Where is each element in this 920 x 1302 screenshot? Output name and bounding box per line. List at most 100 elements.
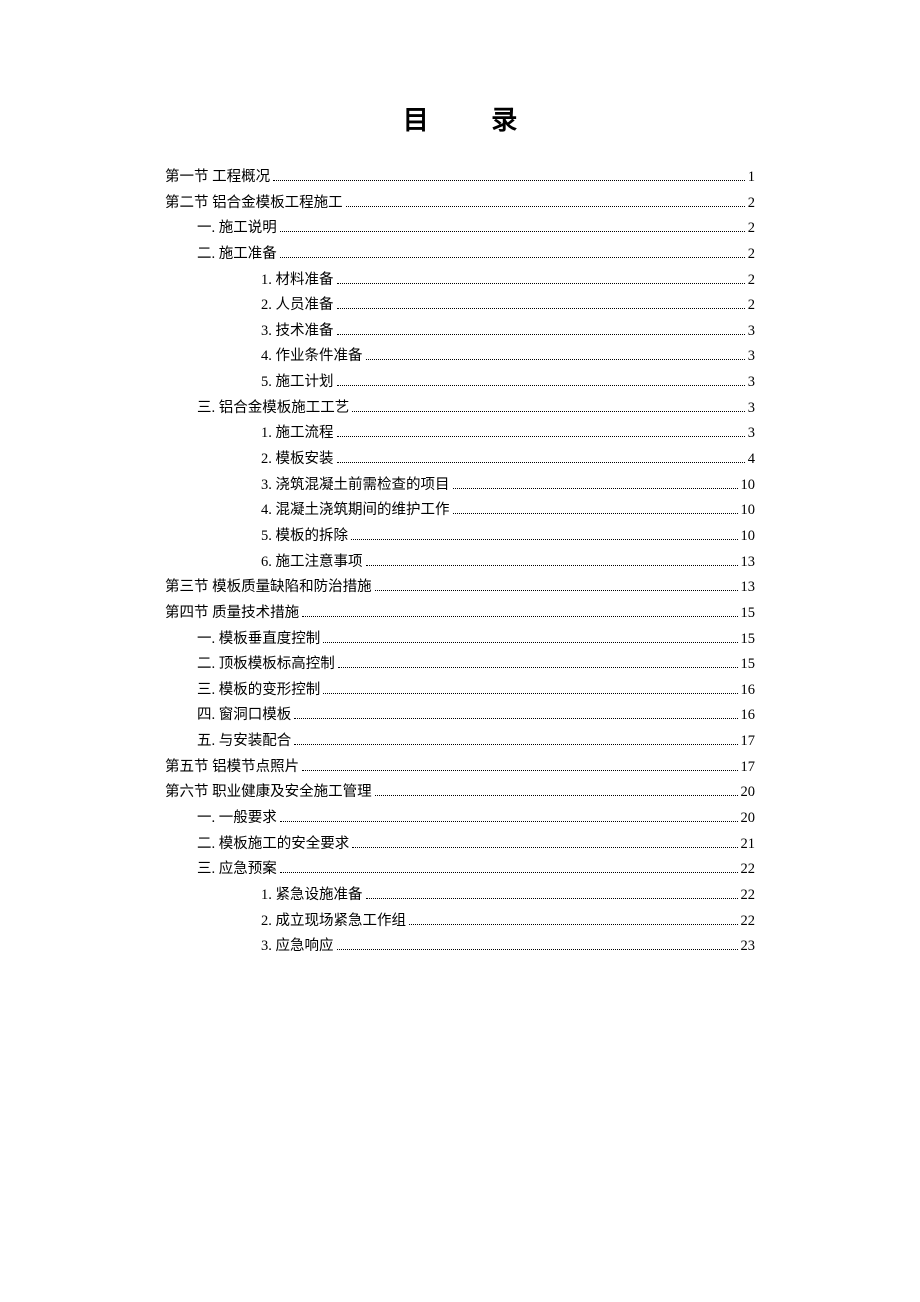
toc-leader-dots (337, 462, 745, 463)
toc-entry: 3. 应急响应23 (165, 934, 755, 959)
toc-entry-page: 2 (748, 268, 755, 293)
toc-entry-label: 一. 模板垂直度控制 (197, 627, 320, 652)
toc-entry: 二. 施工准备 2 (165, 242, 755, 267)
toc-entry: 1. 材料准备 2 (165, 268, 755, 293)
toc-entry: 一. 一般要求 20 (165, 806, 755, 831)
toc-entry: 第六节 职业健康及安全施工管理 20 (165, 780, 755, 805)
toc-entry: 第二节 铝合金模板工程施工2 (165, 191, 755, 216)
toc-entry-label: 2. 人员准备 (261, 293, 334, 318)
toc-entry: 第四节 质量技术措施 15 (165, 601, 755, 626)
toc-entry-page: 15 (741, 652, 756, 677)
toc-entry: 3. 浇筑混凝土前需检查的项目 10 (165, 473, 755, 498)
toc-entry-label: 第三节 模板质量缺陷和防治措施 (165, 575, 372, 600)
toc-entry-label: 6. 施工注意事项 (261, 550, 363, 575)
toc-leader-dots (409, 924, 738, 925)
toc-entry: 一. 施工说明2 (165, 216, 755, 241)
toc-leader-dots (352, 411, 745, 412)
toc-entry-label: 2. 成立现场紧急工作组 (261, 909, 406, 934)
toc-entry-page: 4 (748, 447, 755, 472)
toc-entry: 三. 模板的变形控制 16 (165, 678, 755, 703)
toc-leader-dots (346, 206, 745, 207)
toc-entry: 五. 与安装配合 17 (165, 729, 755, 754)
toc-entry-label: 五. 与安装配合 (197, 729, 291, 754)
toc-leader-dots (323, 642, 737, 643)
toc-entry-label: 3. 浇筑混凝土前需检查的项目 (261, 473, 450, 498)
toc-entry-label: 2. 模板安装 (261, 447, 334, 472)
toc-entry-page: 21 (741, 832, 756, 857)
toc-leader-dots (366, 898, 738, 899)
toc-entry: 四. 窗洞口模板 16 (165, 703, 755, 728)
toc-leader-dots (366, 359, 745, 360)
toc-entry: 1. 施工流程3 (165, 421, 755, 446)
toc-leader-dots (280, 821, 738, 822)
toc-entry-page: 15 (741, 627, 756, 652)
toc-entry-label: 3. 技术准备 (261, 319, 334, 344)
toc-entry-label: 三. 模板的变形控制 (197, 678, 320, 703)
table-of-contents: 第一节 工程概况1第二节 铝合金模板工程施工2一. 施工说明2二. 施工准备21… (165, 165, 755, 959)
toc-entry-label: 1. 施工流程 (261, 421, 334, 446)
toc-entry-label: 1. 材料准备 (261, 268, 334, 293)
toc-entry-label: 5. 模板的拆除 (261, 524, 348, 549)
toc-entry-page: 16 (741, 678, 756, 703)
toc-entry-page: 3 (748, 344, 755, 369)
toc-entry-page: 20 (741, 780, 756, 805)
toc-leader-dots (453, 513, 738, 514)
toc-leader-dots (337, 436, 745, 437)
toc-entry-label: 5. 施工计划 (261, 370, 334, 395)
toc-leader-dots (280, 872, 738, 873)
toc-entry-label: 3. 应急响应 (261, 934, 334, 959)
toc-leader-dots (453, 488, 738, 489)
toc-entry-label: 4. 作业条件准备 (261, 344, 363, 369)
toc-entry-label: 三. 应急预案 (197, 857, 277, 882)
toc-entry-page: 10 (741, 498, 756, 523)
toc-entry: 5. 施工计划 3 (165, 370, 755, 395)
toc-entry-label: 4. 混凝土浇筑期间的维护工作 (261, 498, 450, 523)
toc-entry: 6. 施工注意事项 13 (165, 550, 755, 575)
toc-entry-label: 三. 铝合金模板施工工艺 (197, 396, 349, 421)
toc-entry-label: 第五节 铝模节点照片 (165, 755, 299, 780)
toc-leader-dots (273, 180, 745, 181)
toc-entry: 3. 技术准备 3 (165, 319, 755, 344)
toc-leader-dots (352, 847, 737, 848)
toc-entry: 5. 模板的拆除10 (165, 524, 755, 549)
toc-entry-label: 第一节 工程概况 (165, 165, 270, 190)
toc-leader-dots (337, 308, 745, 309)
toc-entry-page: 3 (748, 319, 755, 344)
toc-entry-label: 四. 窗洞口模板 (197, 703, 291, 728)
toc-entry-label: 二. 顶板模板标高控制 (197, 652, 335, 677)
toc-entry-page: 13 (741, 575, 756, 600)
toc-leader-dots (337, 283, 745, 284)
toc-entry-page: 17 (741, 729, 756, 754)
toc-entry: 一. 模板垂直度控制 15 (165, 627, 755, 652)
toc-entry-page: 16 (741, 703, 756, 728)
toc-entry-label: 1. 紧急设施准备 (261, 883, 363, 908)
toc-entry-label: 二. 施工准备 (197, 242, 277, 267)
toc-entry: 第五节 铝模节点照片17 (165, 755, 755, 780)
toc-entry: 第三节 模板质量缺陷和防治措施 13 (165, 575, 755, 600)
toc-entry-label: 一. 一般要求 (197, 806, 277, 831)
toc-entry-page: 22 (741, 883, 756, 908)
toc-entry-page: 1 (748, 165, 755, 190)
toc-leader-dots (337, 334, 745, 335)
toc-entry-page: 2 (748, 293, 755, 318)
toc-entry-page: 13 (741, 550, 756, 575)
toc-entry: 二. 顶板模板标高控制 15 (165, 652, 755, 677)
toc-entry: 二. 模板施工的安全要求21 (165, 832, 755, 857)
toc-leader-dots (280, 257, 745, 258)
toc-entry-label: 第六节 职业健康及安全施工管理 (165, 780, 372, 805)
toc-entry: 4. 作业条件准备 3 (165, 344, 755, 369)
toc-entry: 2. 模板安装 4 (165, 447, 755, 472)
toc-entry-page: 15 (741, 601, 756, 626)
toc-entry-label: 第四节 质量技术措施 (165, 601, 299, 626)
toc-entry-page: 3 (748, 370, 755, 395)
toc-entry-page: 2 (748, 242, 755, 267)
toc-entry-label: 一. 施工说明 (197, 216, 277, 241)
toc-leader-dots (280, 231, 745, 232)
toc-leader-dots (294, 744, 737, 745)
toc-leader-dots (294, 718, 737, 719)
toc-entry-page: 2 (748, 191, 755, 216)
toc-entry-page: 20 (741, 806, 756, 831)
toc-entry-page: 10 (741, 473, 756, 498)
toc-entry-page: 3 (748, 396, 755, 421)
toc-entry: 2. 成立现场紧急工作组22 (165, 909, 755, 934)
